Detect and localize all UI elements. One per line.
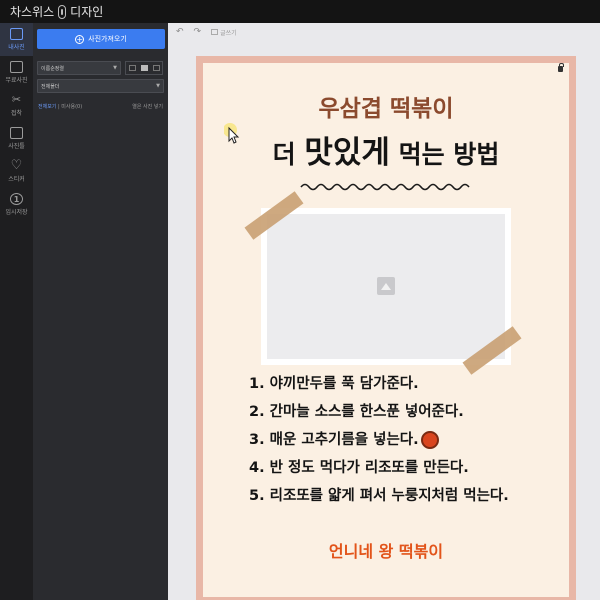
poster-canvas[interactable]: 우삼겹 떡볶이 더 맛있게 먹는 방법 1. 야끼만두를 푹 담가준다. 2. … <box>196 56 576 600</box>
album-select-value: 전체폴더 <box>41 83 60 90</box>
photo-placeholder-frame[interactable] <box>261 208 511 365</box>
number-one-icon: 1 <box>10 193 23 205</box>
app-title: 차스위스 <box>10 5 55 19</box>
step-text: 5. 리조또를 얇게 펴서 누룽지처럼 먹는다. <box>249 488 509 504</box>
rail-item-frames[interactable]: 사진틀 <box>0 122 33 155</box>
photo-placeholder <box>267 214 505 359</box>
text-tool-icon <box>211 29 219 35</box>
shop-name[interactable]: 언니네 왕 떡볶이 <box>203 538 569 562</box>
list-item: 5. 리조또를 얇게 펴서 누룽지처럼 먹는다. <box>249 482 549 510</box>
image-placeholder-icon <box>377 277 395 295</box>
poster-title-part-c: 먹는 방법 <box>389 140 500 169</box>
plus-icon: + <box>75 34 85 44</box>
rail-item-label: 스티커 <box>8 176 25 183</box>
poster-subtitle[interactable]: 우삼겹 떡볶이 <box>203 89 569 123</box>
filter-all[interactable]: 전체보기 <box>38 104 56 110</box>
app-title-bar: 차스위스 디자인 <box>0 0 600 23</box>
rail-item-label: 임시저장 <box>5 209 28 216</box>
rail-item-label: 무료사진 <box>5 77 28 84</box>
upload-photo-label: 사진가져오기 <box>88 35 127 43</box>
photo-icon <box>10 28 23 40</box>
frame-icon <box>10 127 23 139</box>
steps-list[interactable]: 1. 야끼만두를 푹 담가준다. 2. 간마늘 소스를 한스푼 넣어준다. 3.… <box>249 370 549 510</box>
poster-title-part-b: 맛있게 <box>304 135 390 171</box>
grid-view-icon <box>140 65 148 71</box>
list-item: 2. 간마늘 소스를 한스푼 넣어준다. <box>249 398 549 426</box>
hide-used-toggle[interactable]: 열은 사진 넣기 <box>132 103 163 110</box>
list-item: 4. 반 정도 먹다가 리조또를 만든다. <box>249 454 549 482</box>
step-text: 3. 매운 고추기름을 넣는다. <box>249 432 419 448</box>
side-rail: 내사진 무료사진 ✂ 접착 사진틀 ♡ 스티커 1 임시저장 <box>0 23 33 600</box>
gallery-icon <box>10 61 23 73</box>
poster-title-part-a: 더 <box>272 140 305 169</box>
editor-toolbar: ↶ ↷ 글쓰기 <box>168 23 600 41</box>
photo-panel: + 사진가져오기 이름순정렬 ▼ 전체폴더 ▼ 전체보기 | 미사용(0) 열은… <box>33 23 168 600</box>
list-view-button[interactable] <box>126 62 138 74</box>
step-text: 4. 반 정도 먹다가 리조또를 만든다. <box>249 460 469 476</box>
list-item: 1. 야끼만두를 푹 담가준다. <box>249 370 549 398</box>
text-tool-label: 글쓰기 <box>220 29 237 37</box>
text-tool-button[interactable]: 글쓰기 <box>211 28 237 37</box>
redo-icon[interactable]: ↷ <box>194 27 202 37</box>
step-text: 1. 야끼만두를 푹 담가준다. <box>249 376 419 392</box>
app-brand: 차스위스 디자인 <box>10 3 103 20</box>
poster-title[interactable]: 더 맛있게 먹는 방법 <box>203 127 569 172</box>
squiggle-divider <box>300 183 470 191</box>
large-view-icon <box>152 65 160 71</box>
large-view-button[interactable] <box>150 62 162 74</box>
undo-icon[interactable]: ↶ <box>176 27 184 37</box>
rail-item-drafts[interactable]: 1 임시저장 <box>0 188 33 221</box>
rail-item-label: 내사진 <box>8 44 25 51</box>
rail-item-label: 사진틀 <box>8 143 25 150</box>
rail-item-my-photos[interactable]: 내사진 <box>0 23 33 56</box>
rail-item-free-photos[interactable]: 무료사진 <box>0 56 33 89</box>
filter-separator: | <box>58 104 60 110</box>
poster-inner: 우삼겹 떡볶이 더 맛있게 먹는 방법 1. 야끼만두를 푹 담가준다. 2. … <box>203 63 569 597</box>
scissors-icon: ✂ <box>11 93 22 106</box>
chevron-down-icon: ▼ <box>113 65 117 71</box>
app-subtitle: 디자인 <box>70 5 104 19</box>
filter-row: 전체보기 | 미사용(0) 열은 사진 넣기 <box>37 103 164 110</box>
rail-item-label: 접착 <box>10 110 23 117</box>
step-text: 2. 간마늘 소스를 한스푼 넣어준다. <box>249 404 464 420</box>
view-toggle <box>125 61 163 75</box>
rail-item-cut[interactable]: ✂ 접착 <box>0 89 33 122</box>
sort-select-value: 이름순정렬 <box>41 65 65 72</box>
lock-icon[interactable] <box>558 63 564 72</box>
sort-select[interactable]: 이름순정렬 ▼ <box>37 61 121 75</box>
list-item: 3. 매운 고추기름을 넣는다. <box>249 426 549 454</box>
brand-logo-icon <box>58 4 67 19</box>
list-view-icon <box>128 65 136 71</box>
filter-unused[interactable]: 미사용(0) <box>61 104 82 110</box>
editor-canvas-area: ↶ ↷ 글쓰기 우삼겹 떡볶이 더 맛있게 먹는 방법 1. 야끼만두를 푹 담… <box>168 23 600 600</box>
album-select[interactable]: 전체폴더 ▼ <box>37 79 164 93</box>
upload-photo-button[interactable]: + 사진가져오기 <box>37 29 165 49</box>
mouse-cursor-icon <box>224 123 240 144</box>
chili-oil-sticker-icon[interactable] <box>420 431 439 449</box>
heart-icon: ♡ <box>10 158 23 173</box>
chevron-down-icon: ▼ <box>156 83 160 89</box>
rail-item-stickers[interactable]: ♡ 스티커 <box>0 155 33 188</box>
grid-view-button[interactable] <box>138 62 150 74</box>
